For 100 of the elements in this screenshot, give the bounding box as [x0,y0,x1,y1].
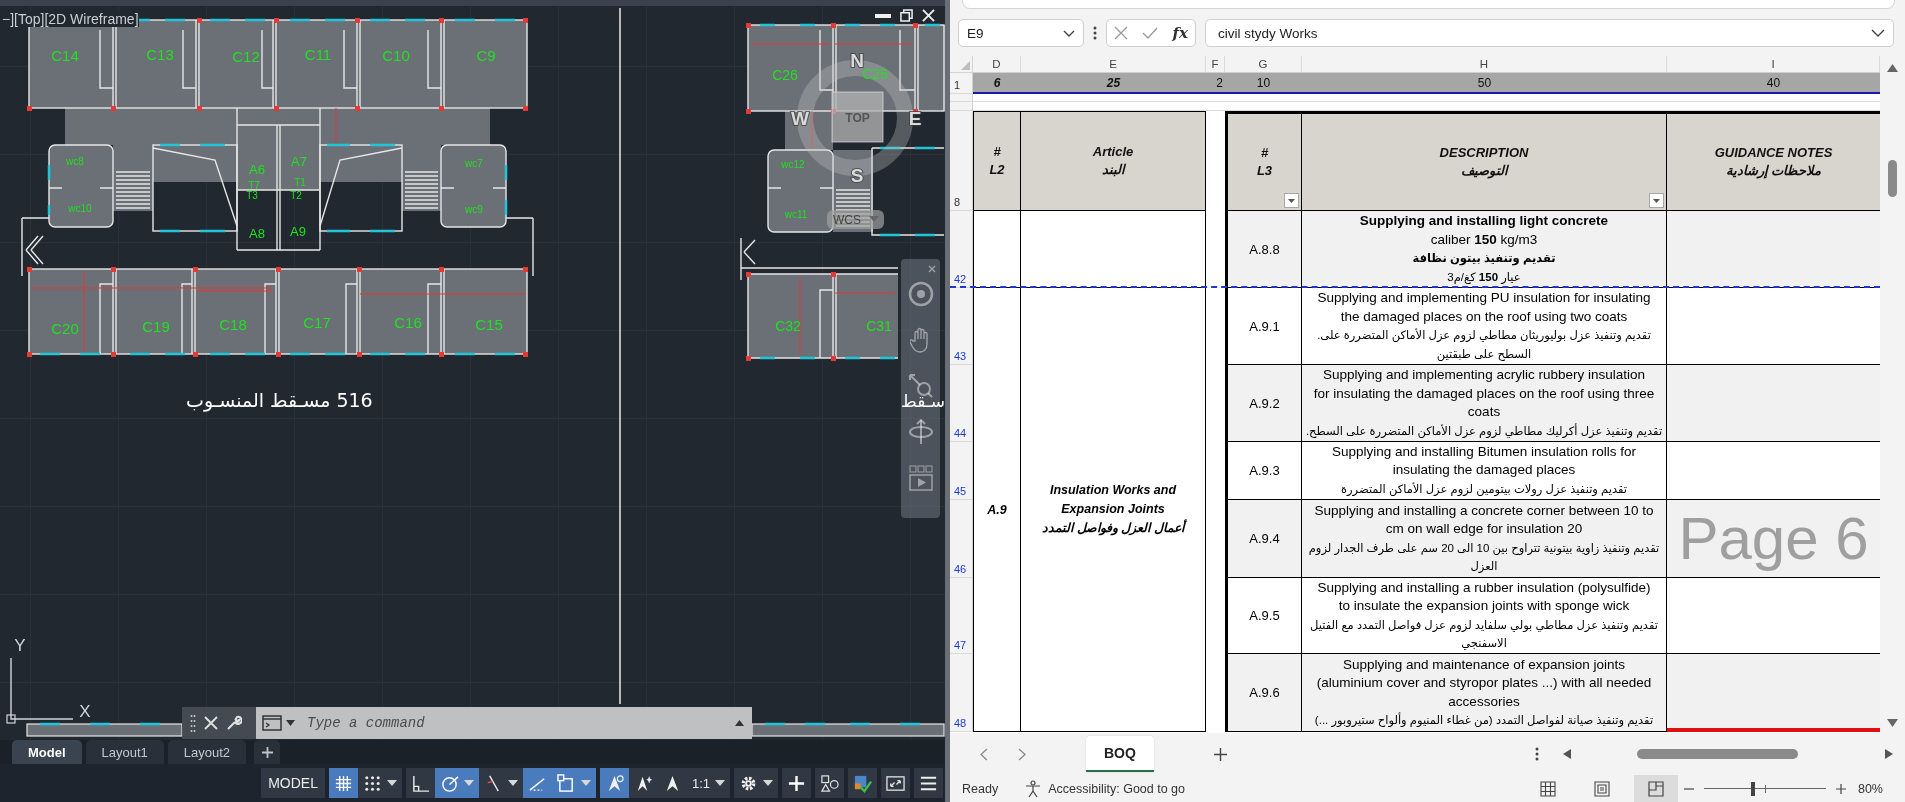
room-label: C13 [146,45,174,63]
row-number[interactable]: 1 [950,73,973,94]
column-header[interactable]: G [1225,56,1302,73]
room-label: A9 [290,223,306,239]
grid-icon [333,773,353,793]
layout-tab[interactable]: Layout1 [85,740,164,764]
filter-button[interactable] [1284,193,1299,208]
heading-text: # L2 [989,143,1005,179]
right-angle-icon [410,773,430,793]
command-field[interactable]: Type a command [256,707,752,739]
terminal-icon[interactable] [262,715,282,731]
orbit-icon[interactable] [907,419,934,445]
accessibility-status[interactable]: Accessibility: Good to go [1048,781,1185,796]
minimize-icon [875,13,891,18]
room-label: wc7 [465,157,483,169]
zoom-slider[interactable] [1703,783,1826,794]
room-label: wc9 [465,203,483,215]
showmotion-icon[interactable] [907,465,934,491]
row-number[interactable]: 8 [950,111,973,211]
slider-thumb[interactable] [1750,781,1755,796]
row-number[interactable]: 43 [950,288,973,365]
minimize-button[interactable] [875,13,891,18]
room-label: wc12 [781,158,805,170]
row-number[interactable]: 42 [950,211,973,288]
filter-button[interactable] [1649,193,1664,208]
scrollbar-thumb[interactable] [1637,749,1798,759]
column-header[interactable]: D [973,56,1021,73]
table-cell: 50 [1302,73,1667,94]
sheet-tab[interactable]: BOQ [1086,736,1154,772]
insert-function-button[interactable]: fx [1170,24,1190,42]
column-header[interactable]: F [1206,56,1225,73]
scroll-up-icon[interactable] [1887,64,1898,72]
accessibility-icon[interactable] [1024,779,1043,798]
axis-label: Y [14,635,26,655]
caret-icon [1288,198,1295,203]
restore-button[interactable] [900,9,913,22]
scroll-left-icon[interactable] [1563,749,1571,759]
viewport-label[interactable]: −][Top][2D Wireframe] [2,11,139,27]
close-icon [922,9,935,22]
osnap-button[interactable] [551,768,596,798]
column-header[interactable]: E [1021,56,1206,73]
page-break-view-button[interactable] [1633,775,1678,802]
row-number[interactable]: 46 [950,500,973,578]
caret-up-icon[interactable] [735,720,744,726]
chevron-down-icon[interactable] [1871,29,1885,37]
table-cell: 6 [973,73,1021,94]
plan-title: 516 مسـقط المنسـوب [186,389,373,411]
row-number[interactable]: 47 [950,578,973,654]
room-label: T2 [290,189,302,201]
room-label: T7 [248,179,260,191]
next-sheet-icon[interactable] [1018,747,1026,761]
more-icon[interactable] [1093,26,1097,40]
chevron-down-icon[interactable] [1063,29,1075,37]
scroll-down-icon[interactable] [1887,719,1898,727]
table-cell: 25 [1021,73,1206,94]
page-number-label: Page 6 [1667,500,1880,578]
room-label: wc10 [68,202,92,214]
horizontal-scrollbar[interactable] [1563,749,1893,759]
close-button[interactable] [922,9,935,22]
zoom-level-text[interactable]: 80% [1857,781,1883,796]
close-icon[interactable] [928,265,936,273]
steering-wheel-icon[interactable] [907,281,934,307]
previous-sheet-icon[interactable] [980,747,988,761]
caret-icon[interactable] [286,720,295,726]
room-label: T3 [246,189,258,201]
layout-tab[interactable]: Layout2 [167,740,247,764]
wrench-icon [226,715,242,731]
grid-button[interactable] [328,768,358,798]
row-number[interactable]: 44 [950,365,973,442]
column-header[interactable]: I [1667,56,1880,73]
polar-button[interactable] [434,768,479,798]
formula-field[interactable]: civil stydy Works [1205,19,1894,47]
close-icon [204,716,218,730]
room-label: C16 [394,313,422,331]
customize-button[interactable] [226,715,242,731]
more-icon[interactable] [1535,747,1539,761]
page-layout-icon [1593,780,1610,797]
row-number[interactable]: 48 [950,654,973,732]
row-number[interactable]: 45 [950,442,973,500]
column-header[interactable]: H [1302,56,1667,73]
layout-tab[interactable]: Model [12,740,82,764]
close-button[interactable] [204,716,218,730]
command-input[interactable]: Type a command [307,715,731,731]
table-cell: A.9 [973,288,1021,732]
scrollbar-thumb[interactable] [1888,160,1897,197]
model-button[interactable]: MODEL [261,768,325,798]
room-label: C19 [142,317,170,335]
add-sheet-icon[interactable] [1213,747,1227,761]
grip-icon[interactable] [190,714,196,732]
ucs-icon [6,657,74,724]
table-cell: 2 [1206,73,1225,94]
compass-letter[interactable]: E [908,107,922,129]
room-label: C25 [862,66,888,82]
annovisibility-button[interactable] [599,768,629,798]
scroll-right-icon[interactable] [1885,749,1893,759]
room-label: T1 [294,176,306,188]
add-layout-button[interactable] [254,740,281,764]
name-box[interactable]: E9 [958,19,1084,47]
zoom-in-icon[interactable] [1835,783,1846,794]
room-label: C17 [303,313,331,331]
